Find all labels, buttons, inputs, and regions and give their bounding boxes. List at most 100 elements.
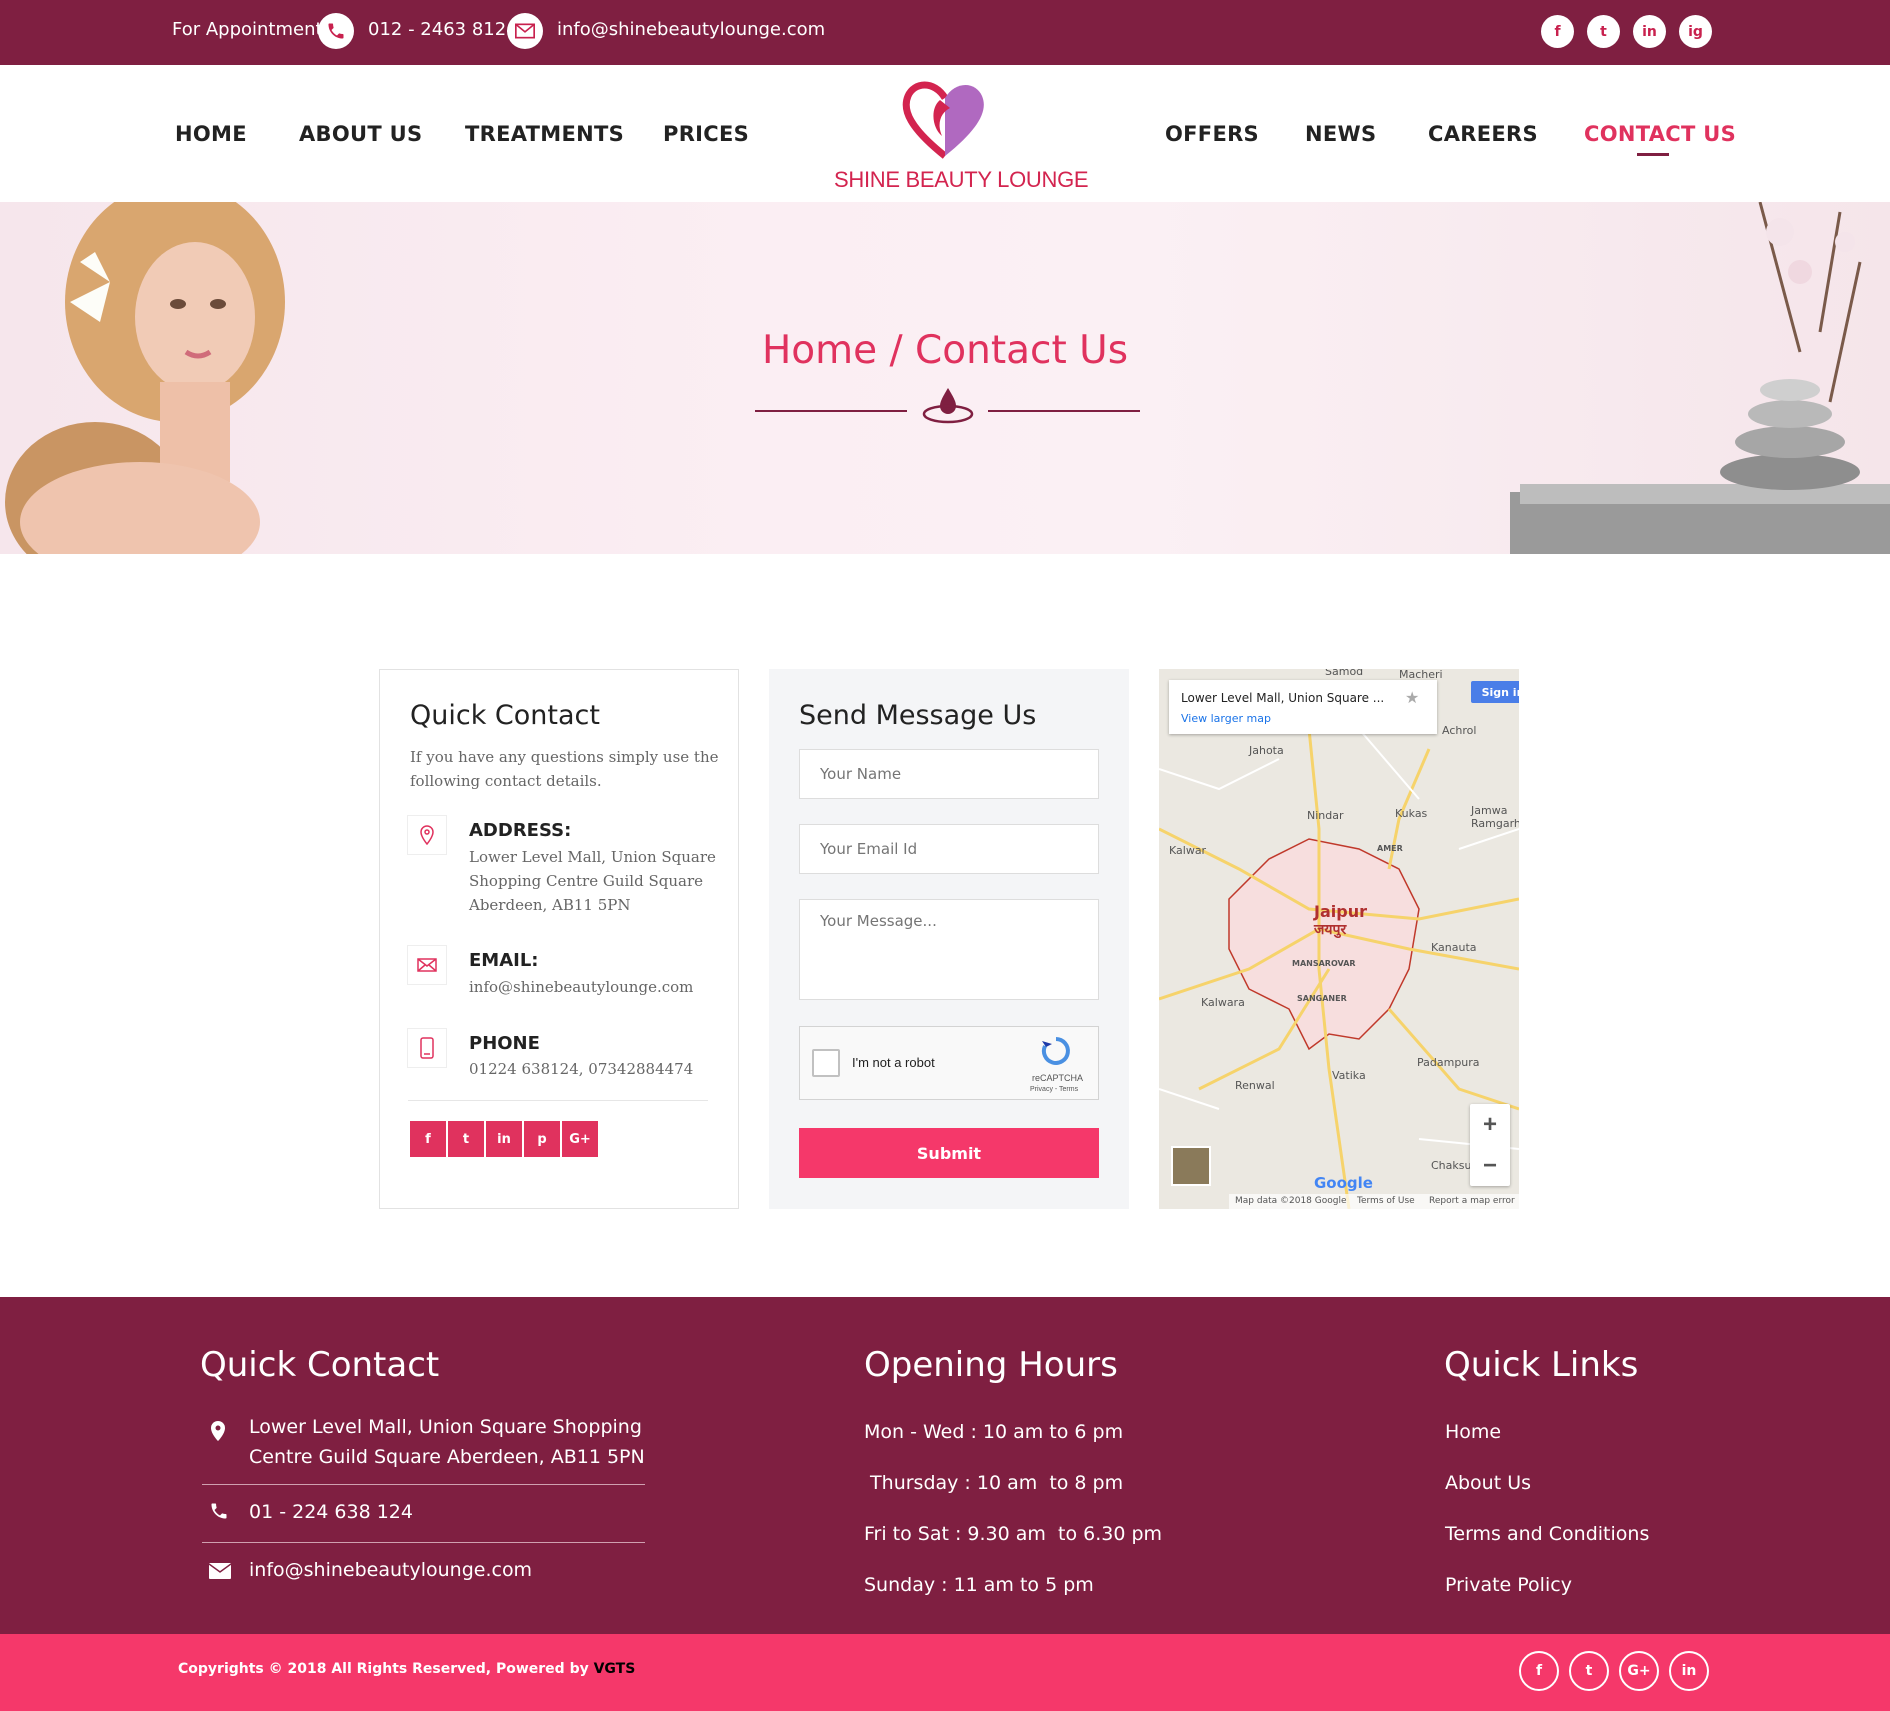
- hours-sunday: Sunday : 11 am to 5 pm: [864, 1574, 1094, 1596]
- google-logo: Google: [1314, 1174, 1373, 1192]
- facebook-icon[interactable]: f: [1519, 1651, 1559, 1691]
- contact-divider: [408, 1100, 708, 1101]
- name-input[interactable]: [799, 749, 1099, 799]
- nav-treatments[interactable]: TREATMENTS: [465, 122, 624, 146]
- logo-text: SHINE BEAUTY LOUNGE: [834, 167, 1089, 192]
- topbar-email[interactable]: info@shinebeautylounge.com: [557, 19, 825, 40]
- location-pin-icon: [211, 1421, 225, 1441]
- submit-button[interactable]: Submit: [799, 1128, 1099, 1178]
- map-label-achrol: Achrol: [1442, 724, 1477, 737]
- hours-fri-sat: Fri to Sat : 9.30 am to 6.30 pm: [864, 1523, 1163, 1545]
- powered-by-link[interactable]: VGTS: [594, 1661, 636, 1677]
- footer-link-privacy[interactable]: Private Policy: [1445, 1574, 1572, 1596]
- google-plus-icon[interactable]: G+: [562, 1121, 598, 1157]
- mail-icon: [507, 13, 543, 49]
- page-banner: [0, 202, 1890, 554]
- map-attribution: Map data ©2018 Google: [1235, 1196, 1347, 1206]
- email-label: EMAIL:: [469, 950, 539, 971]
- top-bar: For Appointment 012 - 2463 8124 info@shi…: [0, 0, 1890, 65]
- address-label: ADDRESS:: [469, 820, 572, 841]
- water-drop-icon: [922, 388, 974, 424]
- hours-mon-wed: Mon - Wed : 10 am to 6 pm: [864, 1421, 1124, 1443]
- footer-address-line-1: Lower Level Mall, Union Square Shopping: [249, 1416, 642, 1438]
- map-sign-in-button[interactable]: Sign in: [1471, 681, 1519, 703]
- logo-heart-icon[interactable]: [900, 78, 990, 160]
- footer-email[interactable]: info@shinebeautylounge.com: [249, 1559, 532, 1581]
- nav-prices[interactable]: PRICES: [663, 122, 749, 146]
- message-textarea[interactable]: [799, 899, 1099, 1000]
- footer-link-about-us[interactable]: About Us: [1445, 1472, 1531, 1494]
- linkedin-icon[interactable]: in: [1633, 15, 1666, 48]
- map-satellite-thumbnail[interactable]: [1171, 1146, 1211, 1186]
- facebook-icon[interactable]: f: [1541, 15, 1574, 48]
- topbar-phone[interactable]: 012 - 2463 8124: [368, 19, 518, 40]
- copyright-text: Copyrights © 2018 All Rights Reserved, P…: [178, 1661, 635, 1677]
- nav-news[interactable]: NEWS: [1305, 122, 1376, 146]
- footer-link-terms[interactable]: Terms and Conditions: [1445, 1523, 1649, 1545]
- nav-about-us[interactable]: ABOUT US: [299, 122, 422, 146]
- twitter-icon[interactable]: t: [448, 1121, 484, 1157]
- opening-hours-title: Opening Hours: [864, 1345, 1118, 1385]
- facebook-icon[interactable]: f: [410, 1121, 446, 1157]
- map-larger-link[interactable]: View larger map: [1181, 712, 1271, 725]
- phone-icon: [318, 13, 354, 49]
- linkedin-icon[interactable]: in: [486, 1121, 522, 1157]
- google-map[interactable]: Jaipur जयपुर Jahota Achrol Nindar Kukas …: [1159, 669, 1519, 1209]
- recaptcha-brand: reCAPTCHA: [1032, 1073, 1084, 1083]
- footer-quick-contact-title: Quick Contact: [200, 1345, 440, 1385]
- envelope-icon: [407, 945, 447, 985]
- recaptcha-logo-icon: [1041, 1037, 1070, 1065]
- pinterest-icon[interactable]: p: [524, 1121, 560, 1157]
- google-plus-icon[interactable]: G+: [1619, 1651, 1659, 1691]
- title-divider-left: [755, 410, 907, 412]
- quick-links-title: Quick Links: [1444, 1345, 1639, 1385]
- footer-link-home[interactable]: Home: [1445, 1421, 1501, 1443]
- twitter-icon[interactable]: t: [1569, 1651, 1609, 1691]
- footer-divider: [202, 1484, 645, 1485]
- map-zoom-in-button[interactable]: +: [1470, 1104, 1510, 1145]
- email-input[interactable]: [799, 824, 1099, 874]
- appointment-label: For Appointment: [172, 19, 323, 40]
- nav-contact-us[interactable]: CONTACT US: [1584, 122, 1736, 146]
- map-zoom-controls: + −: [1470, 1104, 1510, 1186]
- recaptcha-links[interactable]: Privacy - Terms: [1030, 1086, 1078, 1093]
- footer-phone[interactable]: 01 - 224 638 124: [249, 1501, 413, 1523]
- nav-home[interactable]: HOME: [175, 122, 247, 146]
- recaptcha-checkbox[interactable]: [812, 1049, 840, 1077]
- banner-spa-stones-image: [1510, 202, 1890, 554]
- twitter-icon[interactable]: t: [1587, 15, 1620, 48]
- recaptcha-label: I'm not a robot: [852, 1055, 935, 1070]
- banner-woman-image: [5, 202, 285, 554]
- contact-phone[interactable]: 01224 638124, 07342884474: [469, 1057, 693, 1081]
- mobile-phone-icon: [407, 1028, 447, 1068]
- address-line-3: Aberdeen, AB11 5PN: [469, 896, 631, 914]
- quick-contact-title: Quick Contact: [410, 700, 600, 731]
- phone-label: PHONE: [469, 1033, 540, 1054]
- instagram-icon[interactable]: ig: [1679, 15, 1712, 48]
- map-label-jamwa: Jamwa Ramgarh: [1471, 804, 1519, 830]
- map-label-padampura: Padampura: [1417, 1056, 1480, 1069]
- map-terms-link[interactable]: Terms of Use: [1357, 1196, 1415, 1206]
- map-tiles: [1159, 669, 1519, 1209]
- linkedin-icon[interactable]: in: [1669, 1651, 1709, 1691]
- copyright-label: Copyrights © 2018 All Rights Reserved, P…: [178, 1661, 589, 1677]
- map-label-kukas: Kukas: [1395, 807, 1428, 820]
- recaptcha-widget: I'm not a robot reCAPTCHA Privacy - Term…: [799, 1026, 1099, 1100]
- map-city-label: Jaipur: [1314, 902, 1367, 921]
- nav-careers[interactable]: CAREERS: [1428, 122, 1538, 146]
- map-label-vatika: Vatika: [1332, 1069, 1366, 1082]
- quick-contact-intro-1: If you have any questions simply use the: [410, 748, 719, 766]
- contact-email[interactable]: info@shinebeautylounge.com: [469, 975, 693, 999]
- map-label-kanauta: Kanauta: [1431, 941, 1477, 954]
- map-label-mansarovar: MANSAROVAR: [1292, 959, 1356, 968]
- send-message-title: Send Message Us: [799, 700, 1037, 731]
- nav-offers[interactable]: OFFERS: [1165, 122, 1259, 146]
- location-pin-icon: [407, 815, 447, 855]
- map-zoom-out-button[interactable]: −: [1470, 1145, 1510, 1186]
- address-line-2: Shopping Centre Guild Square: [469, 872, 703, 890]
- map-report-link[interactable]: Report a map error: [1429, 1196, 1515, 1206]
- star-icon[interactable]: ★: [1405, 688, 1419, 707]
- nav-active-underline: [1637, 153, 1669, 156]
- envelope-icon: [209, 1563, 231, 1579]
- map-label-samod: Samod: [1325, 669, 1364, 678]
